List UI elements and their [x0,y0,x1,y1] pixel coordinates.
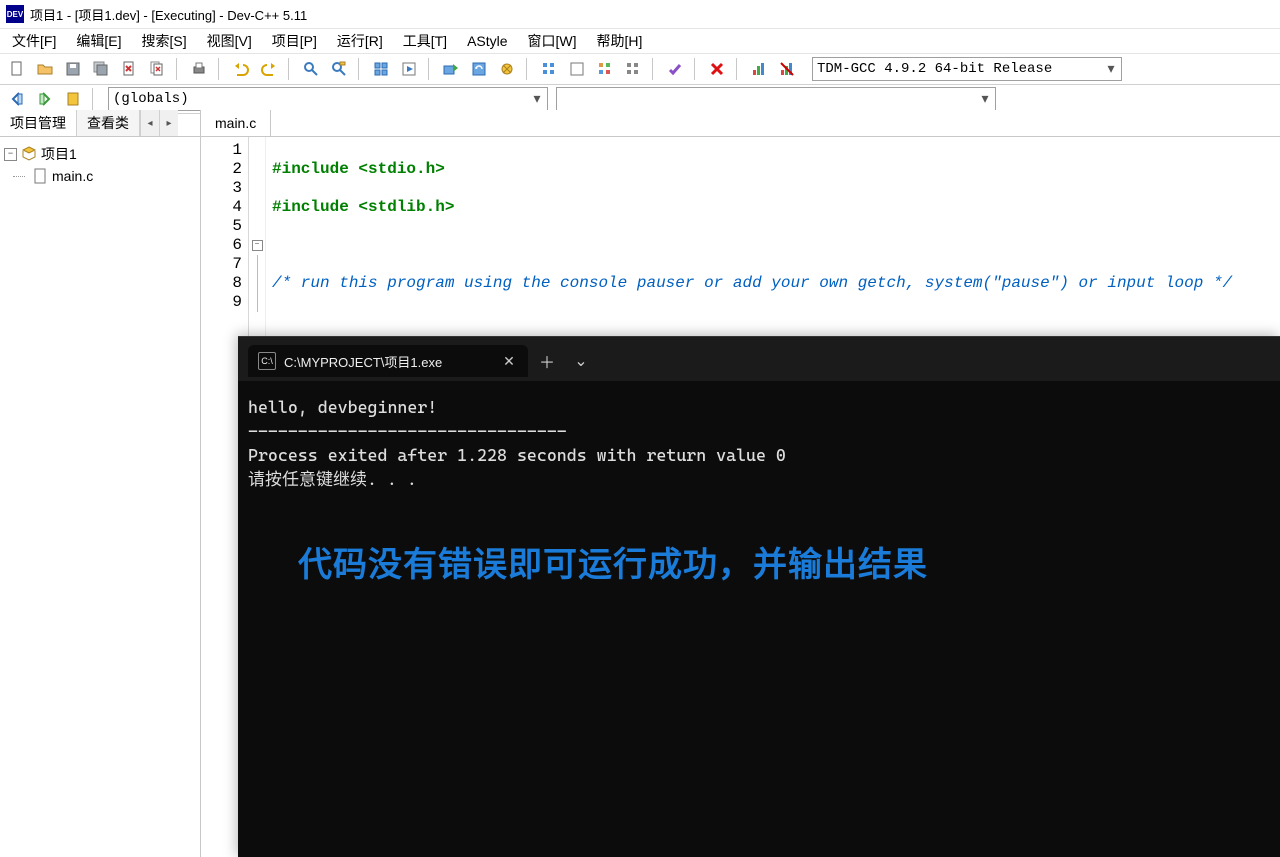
code-line: #include <stdlib.h> [272,198,454,216]
chevron-down-icon: ▾ [529,90,545,108]
print-button[interactable] [186,56,212,82]
console-tab-title: C:\MYPROJECT\项目1.exe [284,352,442,371]
delete-profile-button[interactable] [774,56,800,82]
grid-button[interactable] [592,56,618,82]
menu-help[interactable]: 帮助[H] [587,29,653,53]
toolbar-separator [358,58,362,80]
toolbar-separator [428,58,432,80]
menu-edit[interactable]: 编辑[E] [66,29,131,53]
menu-run[interactable]: 运行[R] [327,29,393,53]
scope-select-value: (globals) [113,91,189,107]
grid2-button[interactable] [620,56,646,82]
menu-search[interactable]: 搜索[S] [131,29,196,53]
menu-file[interactable]: 文件[F] [2,29,66,53]
code-line: /* run this program using the console pa… [272,274,1232,292]
save-all-button[interactable] [88,56,114,82]
tree-file-mainc[interactable]: main.c [4,165,196,187]
tree-project-label: 项目1 [41,144,77,164]
console-window: C:\ C:\MYPROJECT\项目1.exe ✕ ＋ ⌄ hello, de… [238,336,1280,857]
stop-button[interactable] [704,56,730,82]
toolbar-separator [652,58,656,80]
sidebar: 项目管理 查看类 ◂ ▸ − 项目1 main.c [0,110,201,857]
compile-button[interactable] [368,56,394,82]
console-line: hello, devbeginner! [248,397,437,417]
redo-button[interactable] [256,56,282,82]
ide-titlebar: DEV 项目1 - [项目1.dev] - [Executing] - Dev-… [0,0,1280,29]
compile-run-button[interactable] [438,56,464,82]
save-button[interactable] [60,56,86,82]
close-all-button[interactable] [144,56,170,82]
toolbar-separator [694,58,698,80]
find-button[interactable] [298,56,324,82]
scope-select[interactable]: (globals) ▾ [108,87,548,111]
tree-file-label: main.c [52,168,93,184]
toolbar-separator [288,58,292,80]
bookmark-button[interactable] [60,86,86,112]
menu-tools[interactable]: 工具[T] [393,29,457,53]
toolbar-separator [176,58,180,80]
editor-tab-mainc[interactable]: main.c [201,110,271,136]
close-file-button[interactable] [116,56,142,82]
chevron-down-icon: ▾ [977,90,993,108]
project-icon [21,146,37,162]
fold-toggle-icon[interactable]: − [252,240,263,251]
project-tree: − 项目1 main.c [0,137,200,857]
toolbar-separator [218,58,222,80]
tree-collapse-icon[interactable]: − [4,148,17,161]
console-line: -------------------------------- [248,421,567,441]
window-title: 项目1 - [项目1.dev] - [Executing] - Dev-C++ … [30,5,307,24]
annotation-text: 代码没有错误即可运行成功，并输出结果 [298,537,928,586]
rebuild-button[interactable] [466,56,492,82]
new-project-button[interactable] [536,56,562,82]
editor-tabstrip: main.c [201,110,1280,137]
toolbar-main: TDM-GCC 4.9.2 64-bit Release ▾ [0,54,1280,85]
close-tab-button[interactable]: ✕ [500,352,518,370]
project-options-button[interactable] [564,56,590,82]
check-button[interactable] [662,56,688,82]
console-tabstrip: C:\ C:\MYPROJECT\项目1.exe ✕ ＋ ⌄ [238,337,1280,381]
debug-button[interactable] [494,56,520,82]
run-button[interactable] [396,56,422,82]
menu-astyle[interactable]: AStyle [457,31,517,51]
profile-button[interactable] [746,56,772,82]
sidebar-tabs: 项目管理 查看类 ◂ ▸ [0,110,200,137]
console-line: Process exited after 1.228 seconds with … [248,445,786,465]
toolbar-separator [92,88,96,110]
open-file-button[interactable] [32,56,58,82]
goto-back-button[interactable] [4,86,30,112]
c-file-icon [32,168,48,184]
sidebar-tab-project[interactable]: 项目管理 [0,110,77,136]
sidebar-tab-classes[interactable]: 查看类 [77,110,140,136]
menu-view[interactable]: 视图[V] [197,29,262,53]
code-line: #include <stdio.h> [272,160,445,178]
compiler-select[interactable]: TDM-GCC 4.9.2 64-bit Release ▾ [812,57,1122,81]
tab-menu-button[interactable]: ⌄ [566,346,596,376]
new-file-button[interactable] [4,56,30,82]
terminal-icon: C:\ [258,352,276,370]
menu-window[interactable]: 窗口[W] [518,29,587,53]
goto-forward-button[interactable] [32,86,58,112]
sidebar-scroll-left[interactable]: ◂ [140,110,159,136]
symbol-select[interactable]: ▾ [556,87,996,111]
menu-project[interactable]: 项目[P] [262,29,327,53]
compiler-select-value: TDM-GCC 4.9.2 64-bit Release [817,61,1052,77]
sidebar-scroll-right[interactable]: ▸ [159,110,178,136]
undo-button[interactable] [228,56,254,82]
console-line: 请按任意键继续. . . [248,469,417,489]
tree-project-root[interactable]: − 项目1 [4,143,196,165]
new-tab-button[interactable]: ＋ [532,346,562,376]
toolbar-separator [736,58,740,80]
console-tab[interactable]: C:\ C:\MYPROJECT\项目1.exe ✕ [248,345,528,377]
menu-bar: 文件[F] 编辑[E] 搜索[S] 视图[V] 项目[P] 运行[R] 工具[T… [0,29,1280,54]
toolbar-separator [526,58,530,80]
replace-button[interactable] [326,56,352,82]
console-output[interactable]: hello, devbeginner! --------------------… [238,381,1280,505]
app-icon: DEV [6,5,24,23]
chevron-down-icon: ▾ [1103,60,1119,78]
